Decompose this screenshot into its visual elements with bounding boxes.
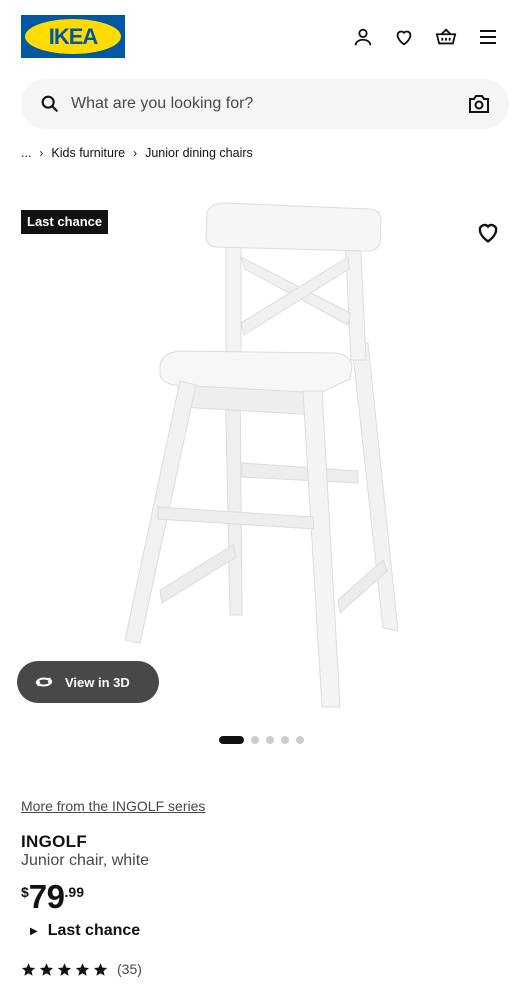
star-icon	[39, 962, 54, 976]
product-rating[interactable]: (35)	[21, 961, 142, 977]
chevron-right-icon: ›	[133, 146, 138, 160]
carousel-dot[interactable]	[296, 736, 304, 744]
logo-text: IKEA	[48, 23, 99, 49]
search-input[interactable]	[71, 79, 451, 129]
star-icon	[93, 962, 108, 976]
last-chance-label: Last chance	[47, 922, 141, 939]
view-in-3d-button[interactable]: View in 3D	[17, 661, 159, 703]
breadcrumb: ... › Kids furniture › Junior dining cha…	[21, 146, 253, 160]
star-icon	[75, 962, 90, 976]
rotate-3d-icon	[35, 677, 53, 687]
logo-oval: IKEA	[25, 19, 121, 54]
last-chance-expander[interactable]: ▶ Last chance	[30, 922, 140, 940]
add-to-wishlist-heart-icon[interactable]	[474, 218, 502, 246]
carousel-dot[interactable]	[251, 736, 259, 744]
breadcrumb-item-kids-furniture[interactable]: Kids furniture	[51, 146, 125, 160]
search-bar	[21, 79, 509, 129]
star-icon	[57, 962, 72, 976]
product-name: INGOLF	[21, 832, 88, 851]
product-image[interactable]	[100, 195, 430, 715]
price-currency: $	[21, 884, 29, 900]
chevron-right-icon: ›	[39, 146, 44, 160]
series-link[interactable]: More from the INGOLF series	[21, 798, 205, 814]
carousel-dot[interactable]	[281, 736, 289, 744]
ikea-logo[interactable]: IKEA	[21, 15, 125, 58]
view-in-3d-label: View in 3D	[65, 674, 130, 690]
breadcrumb-item-junior-dining-chairs[interactable]: Junior dining chairs	[145, 146, 253, 160]
product-price: $ 79 .99	[21, 878, 84, 916]
price-decimal: .99	[64, 884, 84, 900]
product-description: Junior chair, white	[21, 852, 150, 869]
basket-icon[interactable]	[433, 24, 459, 50]
carousel-dot[interactable]	[219, 736, 244, 744]
breadcrumb-ellipsis[interactable]: ...	[21, 146, 31, 160]
search-icon	[41, 95, 59, 113]
heart-icon[interactable]	[391, 24, 417, 50]
price-integer: 79	[28, 878, 65, 915]
header: IKEA	[0, 0, 530, 75]
rating-count: (35)	[117, 961, 142, 977]
user-icon[interactable]	[350, 24, 376, 50]
carousel-indicator	[219, 736, 304, 744]
last-chance-badge: Last chance	[21, 210, 109, 234]
caret-right-icon: ▶	[30, 925, 38, 937]
carousel-dot[interactable]	[266, 736, 274, 744]
star-icon	[21, 962, 36, 976]
camera-icon[interactable]	[467, 92, 491, 116]
menu-icon[interactable]	[475, 24, 501, 50]
